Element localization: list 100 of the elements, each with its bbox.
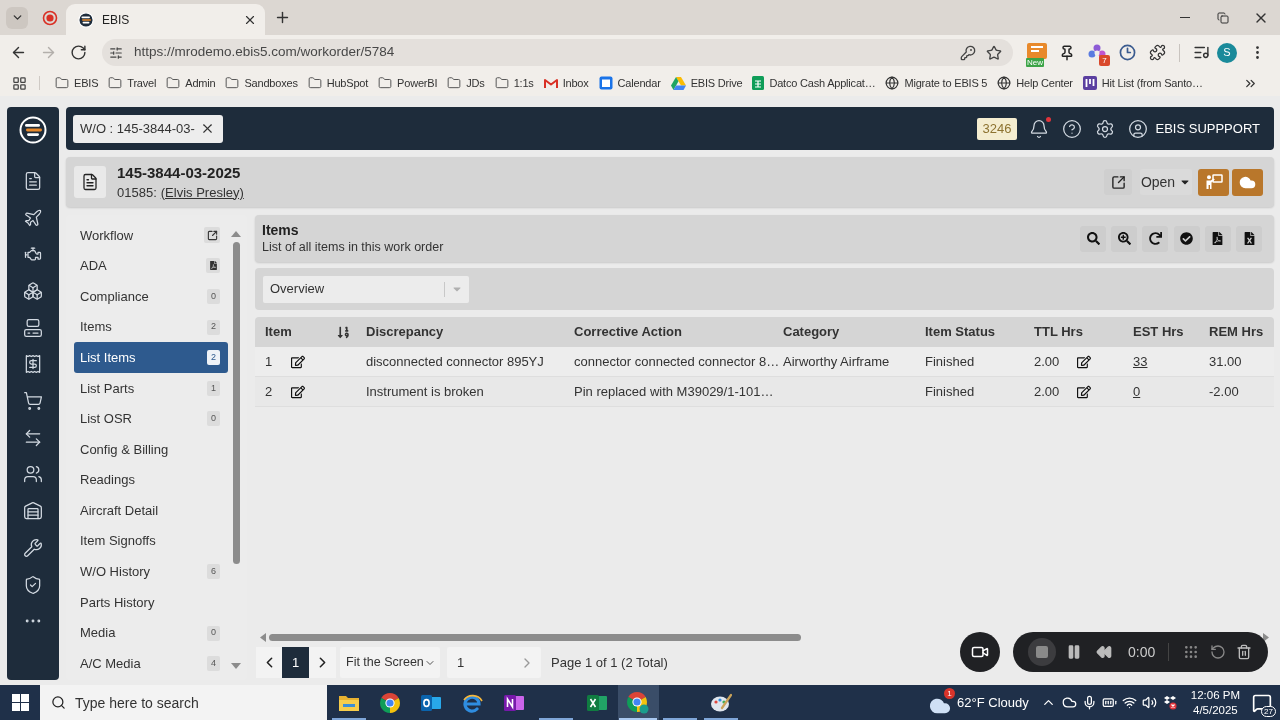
nav-item[interactable]: Media 0 xyxy=(74,617,228,649)
bookmark[interactable]: Datco Cash Applicat… xyxy=(752,72,876,94)
scroll-down-arrow-icon[interactable] xyxy=(231,663,241,669)
users-icon[interactable] xyxy=(23,464,43,485)
taskbar-search-field[interactable]: Type here to search xyxy=(40,685,327,720)
hours-link[interactable]: 33 xyxy=(1133,351,1148,372)
previous-page-button[interactable] xyxy=(256,647,282,678)
page-button[interactable]: 1 xyxy=(282,647,309,678)
tab-search-button[interactable] xyxy=(6,6,28,29)
next-page-button[interactable] xyxy=(309,647,336,678)
open-record-tab[interactable]: W/O : 145-3844-03- xyxy=(73,114,223,143)
document-icon[interactable] xyxy=(23,170,43,191)
file-icon[interactable] xyxy=(206,258,220,274)
wifi-icon[interactable] xyxy=(1121,695,1137,710)
edit-icon[interactable] xyxy=(291,384,305,399)
cloud-icon[interactable] xyxy=(1061,695,1077,710)
rewind-icon[interactable] xyxy=(1096,644,1112,660)
bookmark[interactable]: Inbox xyxy=(543,72,589,94)
help-icon[interactable] xyxy=(1062,118,1083,139)
bookmark[interactable]: EBIS Drive xyxy=(670,72,743,94)
notifications-icon[interactable] xyxy=(1252,692,1272,713)
scroll-right-arrow-icon[interactable] xyxy=(1263,632,1269,642)
nav-item[interactable]: Config & Billing xyxy=(74,434,228,465)
trash-icon[interactable] xyxy=(1236,644,1253,660)
wrench-icon[interactable] xyxy=(23,537,43,558)
undo-icon[interactable] xyxy=(1210,644,1227,660)
scrollbar-thumb[interactable] xyxy=(232,242,240,564)
nav-item[interactable]: Compliance 0 xyxy=(74,281,228,312)
cart-icon[interactable] xyxy=(23,391,43,412)
nav-item[interactable]: List Parts 1 xyxy=(74,372,228,404)
zoom-button[interactable] xyxy=(1111,225,1138,252)
media-controls-icon[interactable] xyxy=(1192,44,1210,61)
boxes-icon[interactable] xyxy=(23,281,43,301)
pause-icon[interactable] xyxy=(1066,644,1082,660)
nav-item[interactable]: A/C Media 4 xyxy=(74,648,228,679)
clock-icon[interactable] xyxy=(1118,44,1136,61)
bookmark[interactable]: HubSpot xyxy=(307,72,369,94)
bookmark[interactable]: Help Center xyxy=(997,72,1073,94)
receipt-icon[interactable] xyxy=(23,354,43,375)
status-dropdown[interactable]: Open xyxy=(1140,169,1192,195)
customer-link[interactable]: (Elvis Presley) xyxy=(160,184,244,201)
transfer-icon[interactable] xyxy=(23,427,43,448)
computer-icon[interactable] xyxy=(23,317,43,338)
volume-icon[interactable] xyxy=(1141,695,1157,710)
bookmark[interactable]: Sandboxes xyxy=(225,72,298,94)
stop-button[interactable] xyxy=(1028,638,1056,666)
site-settings-icon[interactable] xyxy=(108,44,124,61)
extensions-icon[interactable] xyxy=(1148,44,1166,61)
nav-item[interactable]: Item Signoffs xyxy=(74,525,228,557)
close-icon[interactable] xyxy=(200,121,215,136)
bookmark[interactable]: EBIS xyxy=(55,72,99,94)
notifications-icon[interactable] xyxy=(1029,118,1050,139)
account-button[interactable]: EBIS SUPPPORT xyxy=(1128,118,1260,139)
bookmark[interactable]: PowerBI xyxy=(378,72,438,94)
news-icon[interactable] xyxy=(1027,42,1047,59)
bookmark[interactable]: Travel xyxy=(108,72,157,94)
excel-export-button[interactable] xyxy=(1236,225,1262,252)
airplane-icon[interactable] xyxy=(23,207,43,228)
bookmark[interactable]: Admin xyxy=(166,72,216,94)
nav-item[interactable]: List Items 2 xyxy=(74,342,228,373)
browser-tab[interactable]: EBIS xyxy=(66,4,265,35)
pin-icon[interactable] xyxy=(1059,44,1075,61)
fit-select[interactable]: Fit the Screen xyxy=(340,647,440,678)
edit-icon[interactable] xyxy=(1077,384,1091,399)
nav-item[interactable]: Items 2 xyxy=(74,311,228,343)
microphone-icon[interactable] xyxy=(1081,695,1097,710)
sort-icon[interactable] xyxy=(337,325,350,339)
shield-check-icon[interactable] xyxy=(23,574,43,595)
pdf-export-button[interactable] xyxy=(1204,225,1231,252)
nav-item[interactable]: Workflow xyxy=(74,220,228,251)
bookmark-star-icon[interactable] xyxy=(986,44,1002,61)
grid-icon[interactable] xyxy=(1183,644,1200,660)
bookmark[interactable]: 1:1s xyxy=(494,72,534,94)
windows-start-icon[interactable] xyxy=(11,694,29,711)
bookmark[interactable]: JDs xyxy=(447,72,485,94)
app-logo-icon[interactable] xyxy=(19,116,47,144)
scroll-up-arrow-icon[interactable] xyxy=(231,231,241,237)
weather-text[interactable]: 62°F Cloudy xyxy=(957,692,1029,713)
search-button[interactable] xyxy=(1080,225,1107,252)
profile-avatar[interactable]: S xyxy=(1217,42,1237,63)
sign-off-button[interactable] xyxy=(1198,168,1229,196)
nav-item[interactable]: List OSR 0 xyxy=(74,403,228,435)
open-external-button[interactable] xyxy=(1104,169,1132,195)
nav-item[interactable]: Parts History xyxy=(74,587,228,618)
external-link-icon[interactable] xyxy=(204,227,220,244)
scrollbar-thumb[interactable] xyxy=(269,633,801,641)
upload-button[interactable] xyxy=(1232,168,1263,196)
nav-item[interactable]: ADA xyxy=(74,250,228,282)
refresh-button[interactable] xyxy=(1142,225,1169,252)
bookmark[interactable]: Hit List (from Santo… xyxy=(1082,72,1203,94)
nav-item[interactable]: Aircraft Detail xyxy=(74,495,228,526)
record-icon[interactable] xyxy=(42,9,58,26)
warehouse-icon[interactable] xyxy=(23,501,43,522)
bookmark[interactable]: Calendar xyxy=(598,72,661,94)
nav-item[interactable]: W/O History 6 xyxy=(74,556,228,588)
view-select[interactable]: Overview xyxy=(263,275,469,303)
settings-icon[interactable] xyxy=(1095,118,1116,139)
hours-link[interactable]: 0 xyxy=(1133,381,1141,402)
page-input[interactable]: 1 xyxy=(447,647,541,678)
edit-icon[interactable] xyxy=(291,354,305,369)
